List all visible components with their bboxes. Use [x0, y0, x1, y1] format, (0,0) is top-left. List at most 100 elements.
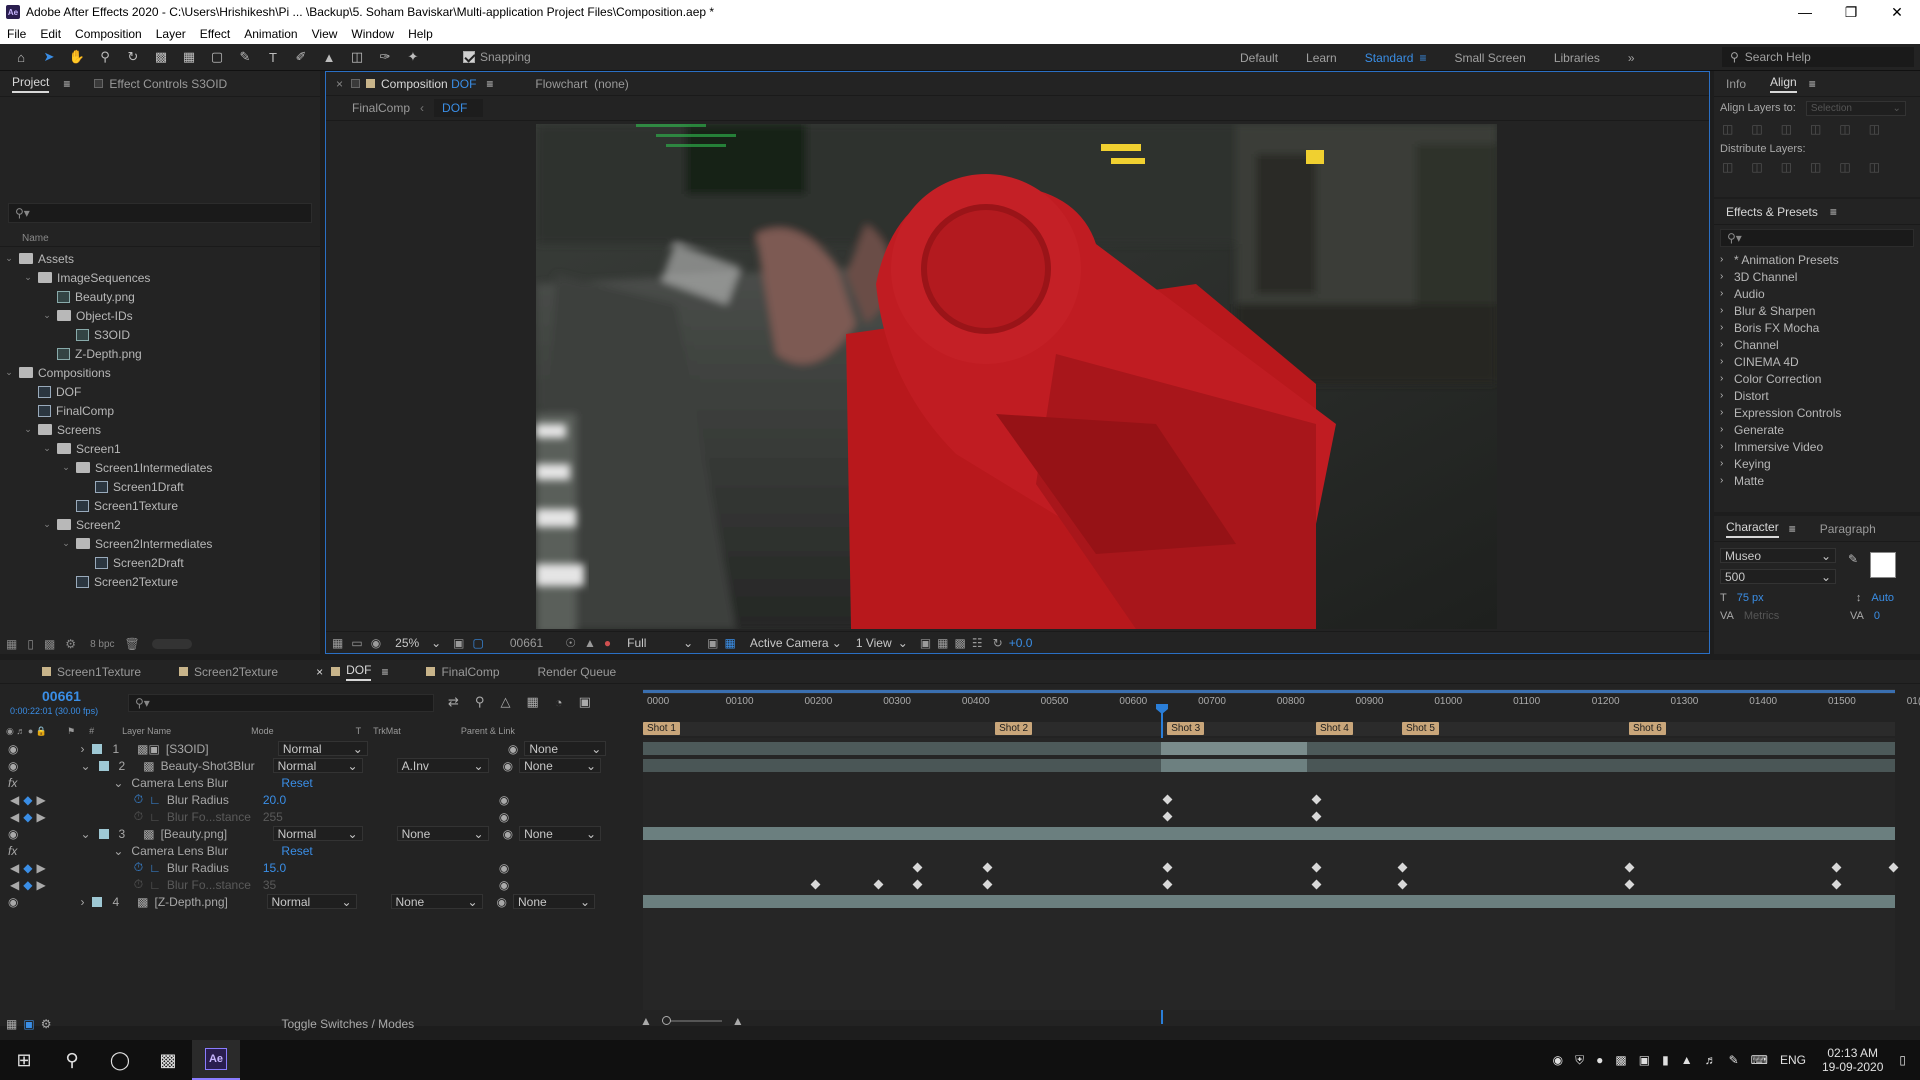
tab-timeline-screen1texture[interactable]: Screen1Texture	[30, 659, 153, 685]
view-layout-dropdown[interactable]: 1 View ⌄	[852, 635, 912, 650]
font-style-dropdown[interactable]: 500 ⌄	[1720, 569, 1836, 584]
fill-color-swatch[interactable]	[1870, 552, 1896, 578]
pickwhip-icon[interactable]: ◉	[503, 827, 513, 841]
menu-view[interactable]: View	[305, 27, 345, 41]
reset-exposure-icon[interactable]: ↻	[993, 636, 1003, 650]
graph-icon[interactable]: ∟	[149, 861, 161, 875]
property-value[interactable]: 20.0	[263, 793, 499, 807]
align-bottom-icon[interactable]: ◫	[1869, 122, 1880, 136]
parent-dropdown[interactable]: None ⌄	[519, 826, 602, 841]
project-item[interactable]: Screen1Draft	[0, 477, 320, 496]
keyframe[interactable]	[1624, 862, 1635, 873]
mode-dropdown[interactable]: Normal ⌄	[277, 741, 368, 756]
tray-app-icon[interactable]: ◉	[1553, 1053, 1563, 1067]
playhead-handle-icon[interactable]	[1156, 704, 1168, 714]
leading-value[interactable]: Auto	[1871, 592, 1894, 604]
camera-tool-icon[interactable]: ▩	[150, 46, 172, 68]
zoom-dropdown[interactable]: 25% ⌄	[391, 635, 445, 650]
workspace-menu-icon[interactable]: ≡	[1419, 51, 1426, 65]
hand-tool-icon[interactable]: ✋	[66, 46, 88, 68]
distribute-right-icon[interactable]: ◫	[1869, 160, 1880, 174]
parent-dropdown[interactable]: None ⌄	[519, 758, 602, 773]
comp-mini-flowchart-icon[interactable]: ⇄	[448, 694, 459, 710]
pen-icon[interactable]: ✎	[1729, 1053, 1739, 1067]
visibility-eye-icon[interactable]: ◉	[8, 827, 18, 841]
monitor-icon[interactable]: ▭	[351, 636, 362, 650]
effect-category[interactable]: › Channel	[1720, 336, 1920, 353]
composition-render[interactable]	[536, 124, 1497, 629]
menu-layer[interactable]: Layer	[149, 27, 193, 41]
pan-behind-tool-icon[interactable]: ▦	[178, 46, 200, 68]
type-tool-icon[interactable]: T	[262, 46, 284, 68]
home-icon[interactable]: ⌂	[10, 46, 32, 68]
project-search-input[interactable]: ⚲▾	[8, 203, 312, 223]
layer-row[interactable]: ◉ › 4 ▩ [Z-Depth.png] Normal ⌄ None ⌄ ◉ No…	[0, 893, 636, 910]
keyframe-nav-left-icon[interactable]: ◀	[10, 810, 19, 824]
expand-chevron-icon[interactable]: ›	[80, 895, 84, 909]
property-row[interactable]: ◀ ◆ ▶ ⏱ ∟ Blur Radius 15.0 ◉	[0, 859, 636, 876]
project-item[interactable]: DOF	[0, 382, 320, 401]
tray-shield-icon[interactable]: ⛨	[1575, 1053, 1584, 1068]
workspace-libraries[interactable]: Libraries	[1554, 51, 1600, 65]
tab-timeline-dof[interactable]: × DOF ≡	[304, 659, 400, 685]
keyframe[interactable]	[1397, 879, 1408, 890]
effect-reset-link[interactable]: Reset	[281, 844, 312, 858]
keyframe[interactable]	[982, 862, 993, 873]
show-snapshot-icon[interactable]: ▲	[584, 636, 596, 650]
property-row[interactable]: ◀ ◆ ▶ ⏱ ∟ Blur Fo...stance 255 ◉	[0, 808, 636, 825]
tab-paragraph[interactable]: Paragraph	[1808, 516, 1888, 542]
timeline-icon[interactable]: ▩	[955, 636, 966, 650]
search-help-field[interactable]: ⚲ Search Help	[1722, 47, 1914, 67]
keyframe[interactable]	[1831, 862, 1842, 873]
layer-row[interactable]: ◉ ⌄ 3 ▩ [Beauty.png] Normal ⌄ None ⌄ ◉ Non…	[0, 825, 636, 842]
layer-name[interactable]: [Z-Depth.png]	[155, 895, 265, 909]
effect-row[interactable]: fx ⌄ Camera Lens Blur Reset	[0, 842, 636, 859]
layer-row[interactable]: ◉ ⌄ 2 ▩ Beauty-Shot3Blur Normal ⌄ A.Inv ⌄ …	[0, 757, 636, 774]
fast-preview-icon[interactable]: ▦	[937, 636, 948, 650]
snapshot-icon[interactable]: ☉	[565, 636, 576, 650]
keyframe-track[interactable]	[643, 859, 1899, 876]
t-header[interactable]: T	[356, 726, 362, 736]
tray-monitor-icon[interactable]: ▩	[1615, 1053, 1626, 1067]
add-keyframe-icon[interactable]: ◆	[23, 793, 32, 807]
property-value[interactable]: 15.0	[263, 861, 499, 875]
expand-chevron-icon[interactable]: ⌄	[80, 759, 90, 773]
layer-bar[interactable]	[643, 895, 1895, 908]
expand-chevron-icon[interactable]: ⌄	[113, 776, 123, 790]
keyframe-track[interactable]	[643, 876, 1895, 893]
tab-flowchart[interactable]: Flowchart (none)	[523, 71, 640, 97]
notifications-icon[interactable]: ▯	[1899, 1053, 1906, 1067]
effect-category[interactable]: › Keying	[1720, 455, 1920, 472]
parent-dropdown[interactable]: None ⌄	[513, 894, 595, 909]
tab-composition[interactable]: × Composition DOF ≡	[326, 71, 505, 97]
stopwatch-icon[interactable]: ⏱	[134, 792, 143, 807]
panel-menu-icon[interactable]: ≡	[63, 77, 70, 91]
project-item[interactable]: ⌄ Compositions	[0, 363, 320, 382]
keyframe[interactable]	[1162, 862, 1173, 873]
workspace-learn[interactable]: Learn	[1306, 51, 1337, 65]
region-of-interest-icon[interactable]: ▣	[707, 636, 718, 650]
effect-category[interactable]: › * Animation Presets	[1720, 251, 1920, 268]
effect-category[interactable]: › Blur & Sharpen	[1720, 302, 1920, 319]
always-preview-icon[interactable]: ▦	[332, 636, 343, 650]
effect-reset-link[interactable]: Reset	[281, 776, 312, 790]
new-comp-icon[interactable]: ▩	[44, 637, 55, 651]
new-folder-icon[interactable]: ▯	[27, 637, 34, 651]
effect-category[interactable]: › Color Correction	[1720, 370, 1920, 387]
stopwatch-icon[interactable]: ⏱	[134, 809, 143, 824]
property-row[interactable]: ◀ ◆ ▶ ⏱ ∟ Blur Radius 20.0 ◉	[0, 791, 636, 808]
align-top-icon[interactable]: ◫	[1810, 122, 1821, 136]
layer-name[interactable]: Beauty-Shot3Blur	[161, 759, 271, 773]
keyframe-track[interactable]	[643, 808, 1895, 825]
tab-effect-controls[interactable]: Effect Controls S3OID	[82, 71, 239, 97]
align-vcenter-icon[interactable]: ◫	[1839, 122, 1850, 136]
effect-name[interactable]: Camera Lens Blur	[131, 776, 281, 790]
close-icon[interactable]: ✕	[1874, 4, 1920, 21]
eyedropper-icon[interactable]: ✎	[1848, 552, 1858, 566]
thumbnail-slider[interactable]	[151, 639, 192, 649]
expression-pickwhip-icon[interactable]: ◉	[499, 861, 509, 875]
distribute-bottom-icon[interactable]: ◫	[1781, 160, 1792, 174]
keyframe-nav-left-icon[interactable]: ◀	[10, 861, 19, 875]
expand-chevron-icon[interactable]: ⌄	[113, 844, 123, 858]
motion-blur-icon[interactable]: ◔	[555, 695, 563, 710]
